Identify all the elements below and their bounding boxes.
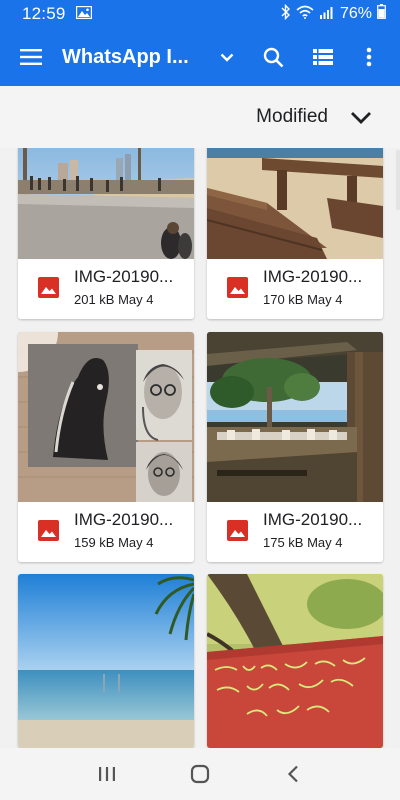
image-file-icon <box>227 277 248 298</box>
wifi-icon <box>296 5 314 24</box>
chevron-down-icon <box>351 111 371 124</box>
more-vert-icon <box>366 47 372 67</box>
folder-dropdown-button[interactable] <box>206 28 248 86</box>
system-nav-bar <box>0 748 400 800</box>
file-info: IMG-20190... 201 kB May 4 <box>18 259 194 319</box>
image-file-icon <box>38 520 59 541</box>
recent-apps-icon <box>98 767 115 781</box>
signal-icon <box>319 5 335 24</box>
image-file-icon <box>227 520 248 541</box>
sort-label[interactable]: Modified <box>256 106 328 128</box>
back-button[interactable] <box>273 754 313 794</box>
gallery-notification-icon <box>75 4 92 24</box>
home-button[interactable] <box>180 754 220 794</box>
photo-thumbnail <box>18 332 194 502</box>
scroll-indicator[interactable] <box>396 150 400 210</box>
file-meta: 170 kB May 4 <box>263 292 343 307</box>
file-name: IMG-20190... <box>74 510 174 529</box>
photo-thumbnail <box>18 574 194 748</box>
file-meta: 175 kB May 4 <box>263 535 343 550</box>
status-time: 12:59 <box>22 4 66 23</box>
home-icon <box>190 764 210 784</box>
file-info: IMG-20190... 175 kB May 4 <box>207 502 383 562</box>
sort-bar: Modified <box>0 86 400 148</box>
photo-thumbnail <box>207 574 383 748</box>
photo-thumbnail <box>207 148 383 259</box>
image-file-icon <box>38 277 59 298</box>
app-bar: WhatsApp I... <box>0 28 400 86</box>
file-name: IMG-20190... <box>263 267 363 286</box>
file-card[interactable]: IMG-20190... 159 kB May 4 <box>18 332 194 562</box>
menu-button[interactable] <box>0 28 62 86</box>
bluetooth-icon <box>281 3 291 25</box>
sort-toggle-button[interactable] <box>348 104 374 130</box>
file-card[interactable] <box>207 574 383 748</box>
file-card[interactable]: IMG-20190... 175 kB May 4 <box>207 332 383 562</box>
file-grid: IMG-20190... 201 kB May 4 IMG-20190... 1… <box>0 148 400 748</box>
menu-icon <box>20 49 42 65</box>
list-view-button[interactable] <box>298 28 348 86</box>
file-info: IMG-20190... 170 kB May 4 <box>207 259 383 319</box>
file-card[interactable]: IMG-20190... 170 kB May 4 <box>207 148 383 319</box>
file-meta: 201 kB May 4 <box>74 292 154 307</box>
battery-icon <box>377 4 386 24</box>
file-card[interactable]: IMG-20190... 201 kB May 4 <box>18 148 194 319</box>
file-name: IMG-20190... <box>74 267 174 286</box>
status-bar: 12:59 76% <box>0 0 400 28</box>
file-name: IMG-20190... <box>263 510 363 529</box>
status-left: 12:59 <box>22 4 92 24</box>
back-icon <box>288 765 299 783</box>
file-card[interactable] <box>18 574 194 748</box>
files-app-screen: 12:59 76% WhatsApp I... Modified IMG-201… <box>0 0 400 800</box>
file-meta: 159 kB May 4 <box>74 535 154 550</box>
more-options-button[interactable] <box>348 28 390 86</box>
folder-title[interactable]: WhatsApp I... <box>62 46 198 69</box>
list-view-icon <box>313 49 333 65</box>
search-icon <box>263 47 283 67</box>
photo-thumbnail <box>18 148 194 259</box>
status-right: 76% <box>281 3 386 25</box>
search-button[interactable] <box>248 28 298 86</box>
file-info: IMG-20190... 159 kB May 4 <box>18 502 194 562</box>
recent-apps-button[interactable] <box>87 754 127 794</box>
battery-percent: 76% <box>339 5 372 22</box>
dropdown-arrow-icon <box>220 53 234 62</box>
photo-thumbnail <box>207 332 383 502</box>
